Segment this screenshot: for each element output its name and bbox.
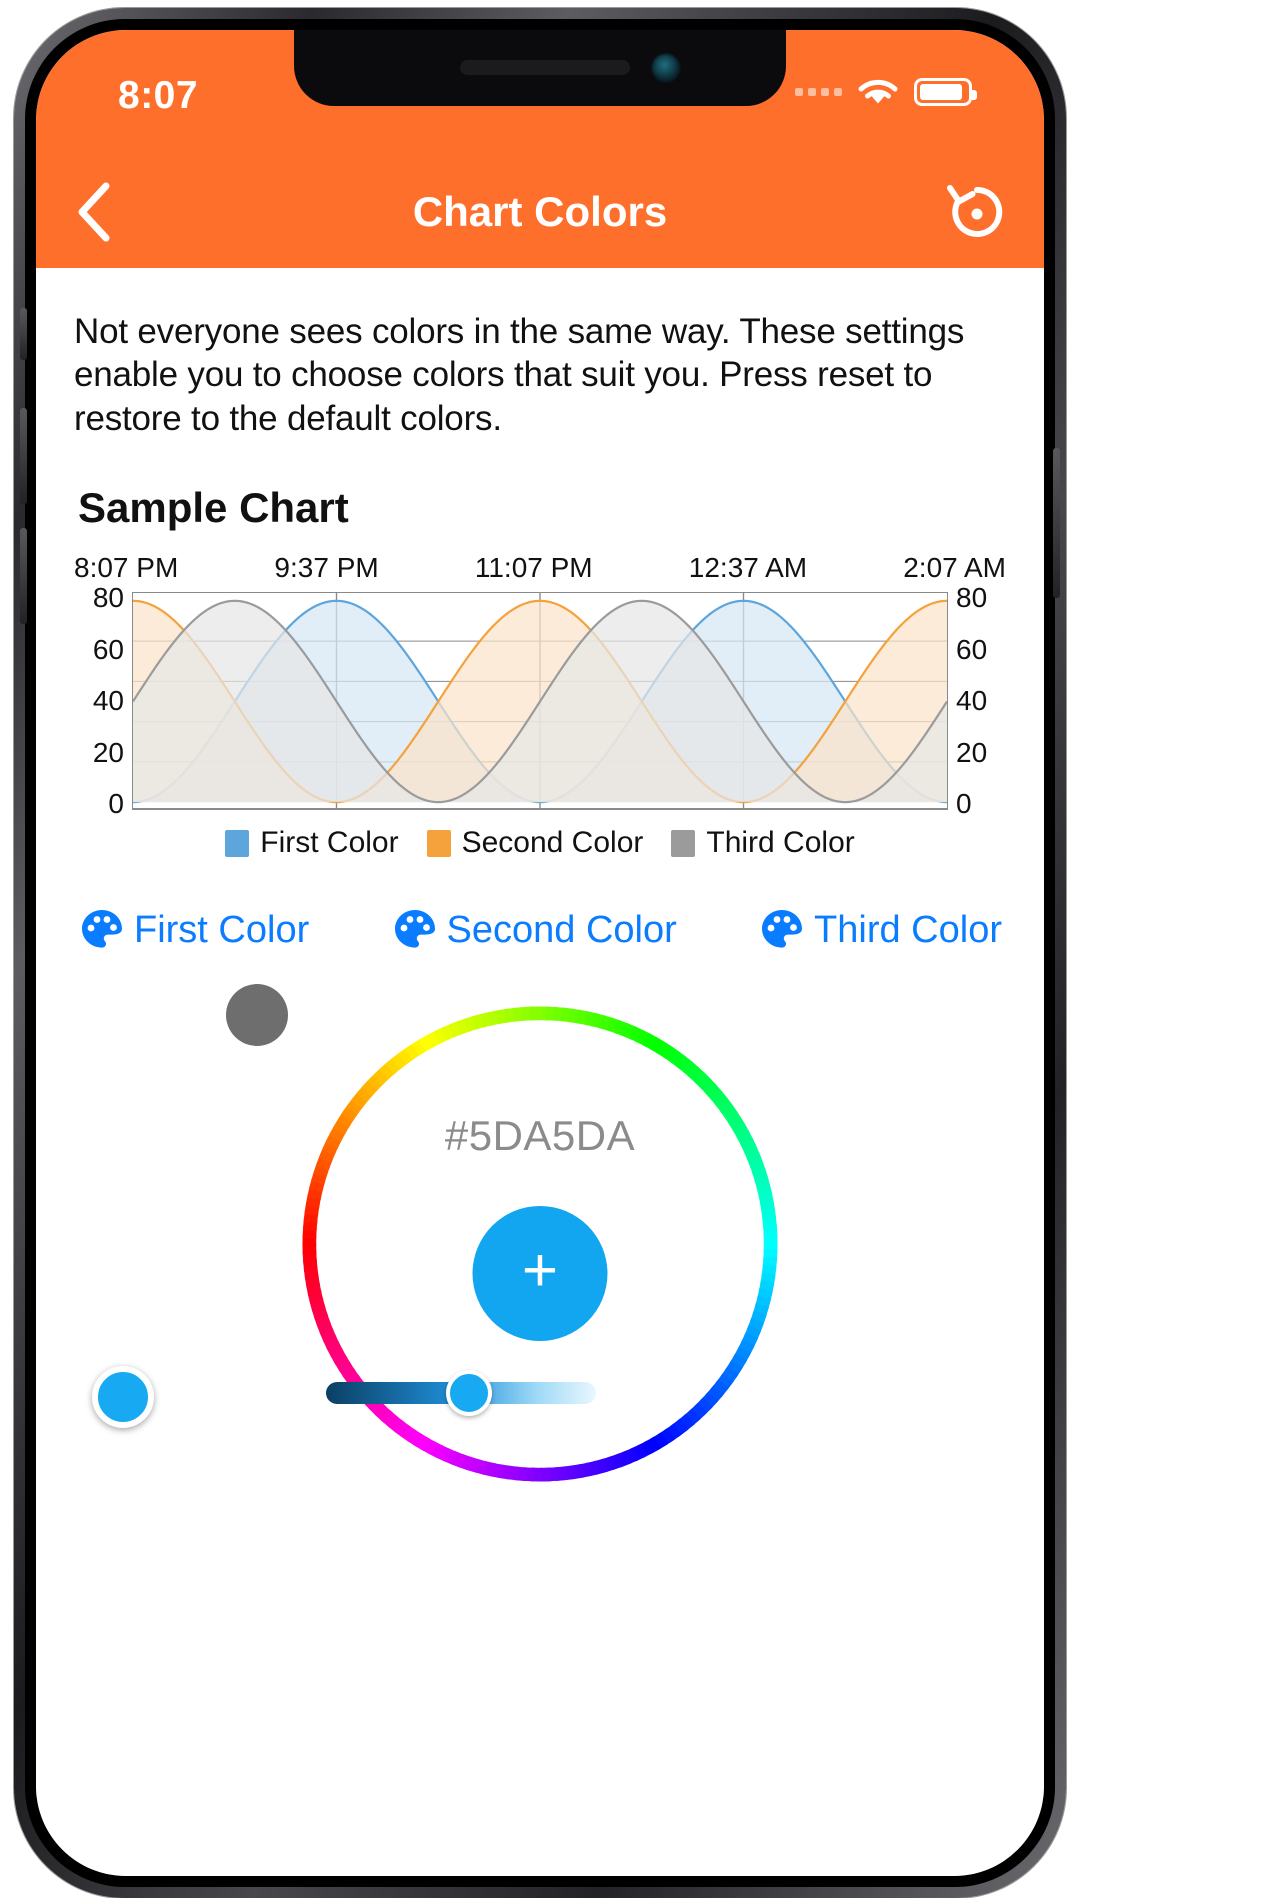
color-button-label: First Color	[134, 908, 310, 951]
back-button[interactable]	[72, 180, 118, 244]
chart-y-tick: 60	[92, 633, 124, 665]
volume-up-button[interactable]	[20, 408, 27, 504]
legend-swatch-icon	[426, 829, 451, 857]
color-button-label: Third Color	[814, 908, 1002, 951]
power-button[interactable]	[1053, 448, 1060, 598]
color-wheel-handle[interactable]	[92, 1366, 154, 1429]
chart-y-tick: 40	[92, 685, 124, 717]
volume-down-button[interactable]	[20, 528, 27, 624]
brightness-slider[interactable]	[326, 1370, 596, 1417]
chart-svg	[133, 593, 947, 809]
color-button-label: Second Color	[446, 908, 677, 951]
chart-y-tick: 0	[108, 788, 124, 820]
reset-icon	[947, 184, 1003, 237]
current-color-swatch[interactable]	[226, 984, 288, 1047]
color-button-first-color[interactable]: First Color	[78, 906, 309, 954]
battery-icon	[914, 78, 977, 106]
back-chevron-icon	[78, 182, 110, 241]
legend-item: Second Color	[426, 826, 644, 860]
chart-y-tick: 40	[956, 685, 988, 717]
notch	[294, 30, 786, 106]
phone-frame: 8:07 Chart Colors Not everyone sees colo…	[14, 8, 1066, 1898]
brightness-slider-handle[interactable]	[446, 1370, 492, 1417]
chart-y-tick: 20	[956, 736, 988, 768]
reset-button[interactable]	[946, 181, 1008, 243]
legend-item: Third Color	[671, 826, 855, 860]
legend-swatch-icon	[225, 829, 250, 857]
sample-chart: 8:07 PM 9:37 PM 11:07 PM 12:37 AM 2:07 AM 80…	[74, 552, 1006, 860]
settings-content: Not everyone sees colors in the same way…	[36, 268, 1044, 1876]
signal-dots-icon	[795, 88, 842, 96]
legend-label: Second Color	[461, 826, 644, 860]
front-camera	[651, 53, 681, 83]
status-indicators	[795, 76, 977, 108]
chart-y-tick: 80	[956, 582, 988, 614]
palette-icon	[762, 910, 803, 948]
color-selector-buttons: First Color Second Color Third Color	[74, 906, 1006, 954]
chart-x-tick: 11:07 PM	[474, 552, 593, 584]
phone-body: 8:07 Chart Colors Not everyone sees colo…	[25, 19, 1055, 1887]
phone-screen: 8:07 Chart Colors Not everyone sees colo…	[36, 30, 1044, 1876]
palette-icon	[82, 910, 122, 948]
status-time: 8:07	[118, 74, 199, 117]
page-title: Chart Colors	[412, 187, 668, 235]
chart-x-tick: 9:37 PM	[274, 552, 379, 584]
add-color-button[interactable]: +	[472, 1206, 608, 1342]
hex-value-label: #5DA5DA	[444, 1112, 636, 1160]
intro-description: Not everyone sees colors in the same way…	[74, 312, 965, 438]
chart-x-axis-labels: 8:07 PM 9:37 PM 11:07 PM 12:37 AM 2:07 AM	[74, 552, 1006, 584]
palette-icon	[394, 910, 435, 948]
add-button-label: +	[521, 1235, 559, 1305]
chart-y-tick: 0	[956, 788, 972, 820]
chart-y-tick: 80	[92, 582, 124, 614]
legend-item: First Color	[225, 826, 399, 860]
chart-y-tick: 20	[92, 736, 124, 768]
chart-legend: First Color Second Color Third Color	[74, 826, 1006, 860]
color-picker: #5DA5DA +	[74, 984, 1006, 1544]
chart-x-tick: 2:07 AM	[903, 552, 1006, 584]
legend-label: First Color	[260, 826, 399, 860]
wifi-icon	[858, 79, 898, 104]
chart-x-tick: 12:37 AM	[688, 552, 808, 584]
speaker-grill	[460, 60, 630, 75]
legend-swatch-icon	[671, 829, 696, 857]
color-button-second-color[interactable]: Second Color	[391, 906, 677, 954]
silent-switch[interactable]	[20, 308, 27, 360]
chart-y-tick: 60	[956, 633, 988, 665]
chart-plot-area	[132, 592, 948, 811]
sample-chart-heading: Sample Chart	[78, 484, 349, 532]
color-button-third-color[interactable]: Third Color	[758, 906, 1002, 954]
chart-y-axis-left: 80 60 40 20 0	[74, 582, 132, 819]
chart-x-tick: 8:07 PM	[74, 552, 179, 584]
navigation-bar: Chart Colors	[36, 155, 1044, 268]
legend-label: Third Color	[706, 826, 855, 860]
chart-y-axis-right: 80 60 40 20 0	[948, 582, 1006, 819]
